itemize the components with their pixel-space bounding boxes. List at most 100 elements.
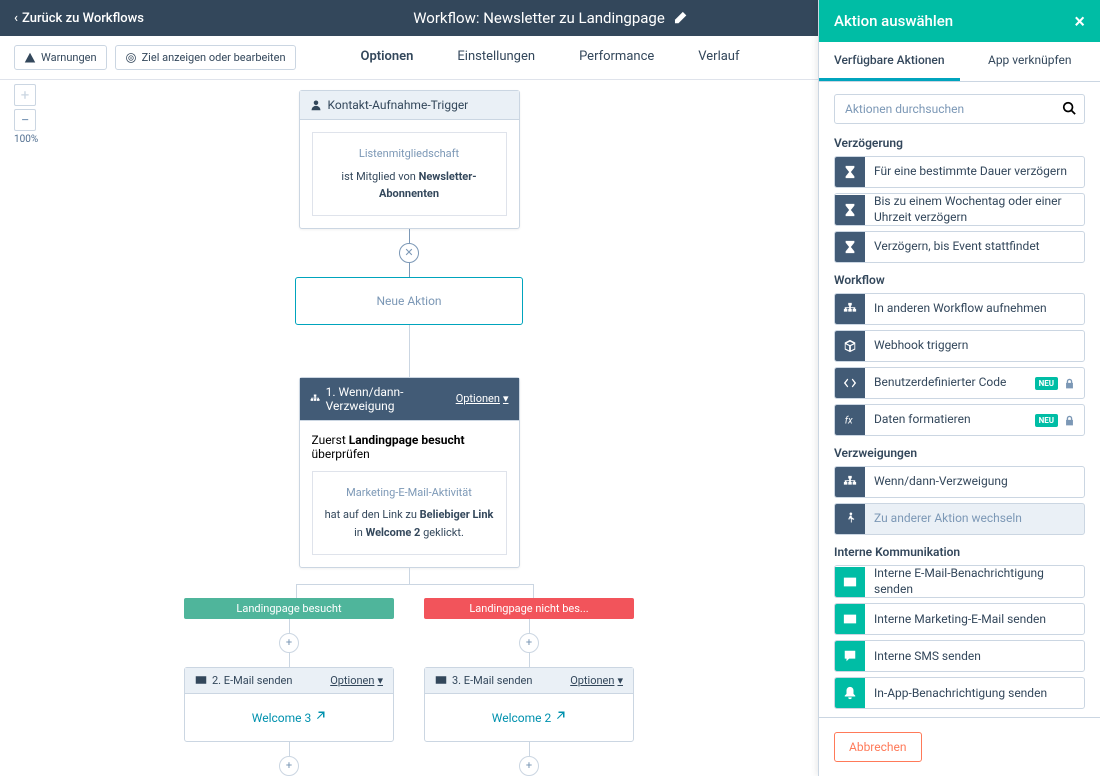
section-workflow: Workflow	[834, 273, 1085, 287]
connector	[409, 263, 410, 277]
zoom-out-button[interactable]: −	[14, 109, 36, 131]
function-icon	[843, 413, 857, 427]
email-card-right[interactable]: 3. E-Mail senden Optionen ▾ Welcome 2	[424, 667, 634, 742]
action-internal-marketing-email[interactable]: Interne Marketing-E-Mail senden	[834, 603, 1085, 635]
target-icon	[125, 52, 137, 64]
branch-no-column: Landingpage nicht bes... + 3. E-Mail sen…	[424, 598, 634, 776]
panel-body[interactable]: Verzögerung Für eine bestimmte Dauer ver…	[819, 82, 1100, 717]
trigger-label: Listenmitgliedschaft	[321, 145, 498, 163]
action-format-data[interactable]: Daten formatierenNEU	[834, 404, 1085, 436]
lock-icon	[1064, 415, 1075, 426]
mail-icon	[843, 575, 857, 589]
cube-icon	[843, 339, 857, 353]
connector	[409, 229, 410, 243]
goal-label: Ziel anzeigen oder bearbeiten	[142, 51, 286, 64]
branch-yes-column: Landingpage besucht + 2. E-Mail senden O…	[184, 598, 394, 776]
email-right-link[interactable]: Welcome 2	[492, 711, 566, 725]
search-icon[interactable]	[1062, 101, 1076, 115]
branch-title: 1. Wenn/dann-Verzweigung	[326, 385, 450, 413]
search-input[interactable]	[834, 94, 1085, 124]
zoom-level: 100%	[14, 134, 38, 145]
email-right-options[interactable]: Optionen ▾	[570, 674, 623, 687]
email-card-left[interactable]: 2. E-Mail senden Optionen ▾ Welcome 3	[184, 667, 394, 742]
sitemap-icon	[843, 475, 857, 489]
zoom-controls: + − 100%	[14, 84, 38, 145]
email-left-link[interactable]: Welcome 3	[252, 711, 326, 725]
bell-icon	[843, 686, 857, 700]
action-custom-code[interactable]: Benutzerdefinierter CodeNEU	[834, 367, 1085, 399]
panel-footer: Abbrechen	[819, 717, 1100, 776]
trigger-text-pre: ist Mitglied von	[341, 170, 418, 183]
mail-icon	[195, 674, 207, 686]
action-panel: Aktion auswählen × Verfügbare Aktionen A…	[818, 0, 1100, 776]
branch-no-tag: Landingpage nicht bes...	[424, 598, 634, 619]
trigger-card[interactable]: Kontakt-Aufnahme-Trigger Listenmitglieds…	[299, 90, 520, 229]
mail-icon	[435, 674, 447, 686]
section-branches: Verzweigungen	[834, 446, 1085, 460]
sitemap-icon	[310, 393, 320, 405]
action-goto: Zu anderer Aktion wechseln	[834, 503, 1085, 535]
panel-tab-connect-app[interactable]: App verknüpfen	[960, 42, 1100, 81]
chat-icon	[843, 649, 857, 663]
new-action-placeholder[interactable]: Neue Aktion	[295, 277, 523, 325]
section-internal-comm: Interne Kommunikation	[834, 545, 1085, 559]
cancel-button[interactable]: Abbrechen	[834, 732, 922, 762]
connector	[296, 584, 297, 598]
branch-header: 1. Wenn/dann-Verzweigung Optionen ▾	[300, 378, 519, 421]
trigger-title: Kontakt-Aufnahme-Trigger	[328, 98, 469, 112]
close-icon[interactable]: ×	[1074, 11, 1085, 31]
action-internal-email-notif[interactable]: Interne E-Mail-Benachrichtigung senden	[834, 565, 1085, 598]
email-left-title: 2. E-Mail senden	[212, 674, 292, 687]
action-internal-sms[interactable]: Interne SMS senden	[834, 640, 1085, 672]
connector	[409, 568, 410, 584]
external-icon	[554, 710, 566, 722]
back-label: Zurück zu Workflows	[22, 11, 144, 26]
action-delay-event[interactable]: Verzögern, bis Event stattfindet	[834, 231, 1085, 263]
branch-desc: Zuerst Landingpage besucht überprüfen	[312, 433, 507, 461]
panel-title: Aktion auswählen	[834, 12, 953, 30]
branch-options[interactable]: Optionen ▾	[456, 392, 509, 405]
action-delay-day[interactable]: Bis zu einem Wochentag oder einer Uhrzei…	[834, 193, 1085, 226]
add-node-button[interactable]: +	[519, 633, 539, 653]
trigger-body: Listenmitgliedschaft ist Mitglied von Ne…	[312, 132, 507, 216]
trigger-header: Kontakt-Aufnahme-Trigger	[300, 91, 519, 120]
warnings-label: Warnungen	[41, 51, 97, 64]
back-link[interactable]: ‹ Zurück zu Workflows	[14, 11, 144, 26]
connector	[533, 584, 534, 598]
branch-yes-tag: Landingpage besucht	[184, 598, 394, 619]
add-node-button[interactable]: +	[519, 756, 539, 776]
mail-icon	[843, 612, 857, 626]
chevron-left-icon: ‹	[14, 11, 18, 26]
code-icon	[843, 376, 857, 390]
add-node-button[interactable]: +	[279, 633, 299, 653]
external-icon	[314, 710, 326, 722]
new-badge: NEU	[1035, 377, 1058, 390]
email-right-title: 3. E-Mail senden	[452, 674, 532, 687]
action-webhook[interactable]: Webhook triggern	[834, 330, 1085, 362]
connector	[409, 325, 410, 377]
action-in-app-notif[interactable]: In-App-Benachrichtigung senden	[834, 677, 1085, 709]
action-enroll-workflow[interactable]: In anderen Workflow aufnehmen	[834, 293, 1085, 325]
action-search	[834, 94, 1085, 124]
action-delay-duration[interactable]: Für eine bestimmte Dauer verzögern	[834, 156, 1085, 188]
hourglass-icon	[843, 165, 857, 179]
sitemap-icon	[843, 302, 857, 316]
lock-icon	[1064, 378, 1075, 389]
email-left-options[interactable]: Optionen ▾	[330, 674, 383, 687]
warnings-button[interactable]: Warnungen	[14, 45, 107, 70]
add-node-button[interactable]: +	[279, 756, 299, 776]
workflow-canvas[interactable]: + − 100% Kontakt-Aufnahme-Trigger Listen…	[0, 80, 818, 776]
section-delay: Verzögerung	[834, 136, 1085, 150]
user-icon	[310, 99, 322, 111]
hourglass-icon	[843, 240, 857, 254]
panel-tab-available[interactable]: Verfügbare Aktionen	[819, 42, 960, 81]
hourglass-icon	[843, 203, 857, 217]
action-if-then[interactable]: Wenn/dann-Verzweigung	[834, 466, 1085, 498]
branch-condition: Marketing-E-Mail-Aktivität hat auf den L…	[312, 471, 507, 555]
connector	[296, 584, 534, 585]
new-badge: NEU	[1035, 414, 1058, 427]
branch-card[interactable]: 1. Wenn/dann-Verzweigung Optionen ▾ Zuer…	[299, 377, 520, 568]
goal-button[interactable]: Ziel anzeigen oder bearbeiten	[115, 45, 296, 70]
zoom-in-button[interactable]: +	[14, 84, 36, 106]
remove-node-button[interactable]: ✕	[399, 243, 419, 263]
